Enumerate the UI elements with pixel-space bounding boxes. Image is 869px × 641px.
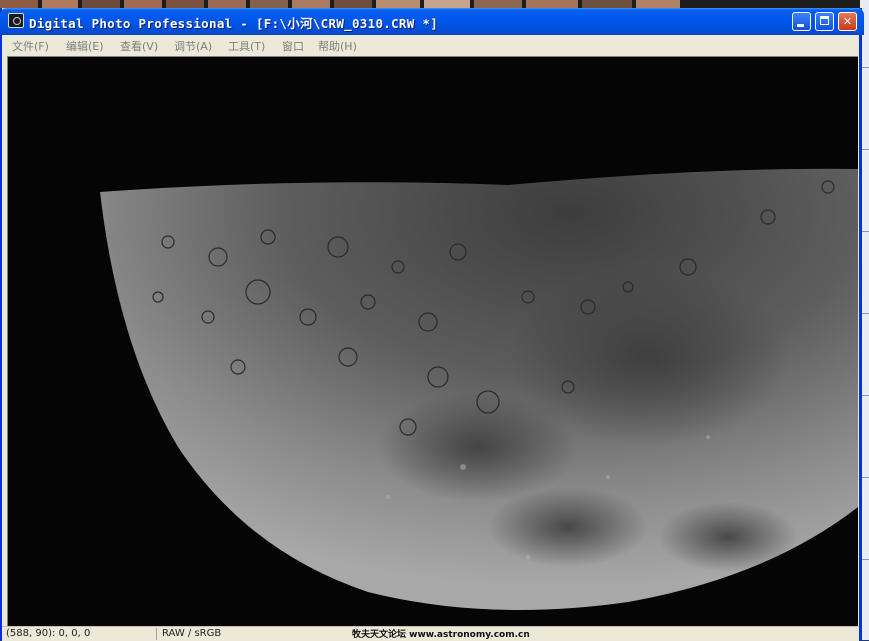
desktop-edge-mark xyxy=(862,313,869,314)
menu-view[interactable]: 查看(V) xyxy=(120,38,158,54)
desktop-thumbnail xyxy=(526,0,578,8)
desktop-thumbnail xyxy=(0,0,38,8)
desktop-edge-mark xyxy=(862,231,869,232)
title-bar[interactable]: Digital Photo Professional - [F:\小河\CRW_… xyxy=(0,8,864,35)
image-preview-area[interactable] xyxy=(7,56,858,627)
maximize-icon xyxy=(820,16,829,25)
status-separator xyxy=(156,628,157,640)
desktop-thumbnail xyxy=(250,0,288,8)
minimize-icon xyxy=(797,24,804,27)
moon-photo xyxy=(8,57,858,627)
desktop-thumbnail xyxy=(124,0,162,8)
dpp-main-window: Digital Photo Professional - [F:\小河\CRW_… xyxy=(0,8,864,641)
desktop-edge-mark xyxy=(862,149,869,150)
desktop-edge-mark xyxy=(862,477,869,478)
menu-window[interactable]: 窗口 xyxy=(282,38,304,54)
menu-adjust[interactable]: 调节(A) xyxy=(174,38,212,54)
color-mode-readout: RAW / sRGB xyxy=(162,628,222,639)
desktop-thumbnail-strip xyxy=(0,0,869,8)
desktop-thumbnail xyxy=(208,0,246,8)
desktop-thumbnail xyxy=(474,0,522,8)
menu-help[interactable]: 帮助(H) xyxy=(318,38,357,54)
desktop-thumbnail xyxy=(292,0,330,8)
desktop-thumbnail xyxy=(582,0,632,8)
menu-edit[interactable]: 编辑(E) xyxy=(66,38,104,54)
desktop-thumbnail xyxy=(636,0,680,8)
status-bar: (588, 90): 0, 0, 0 RAW / sRGB 牧夫天文论坛 www… xyxy=(2,626,859,641)
desktop-thumbnail xyxy=(42,0,78,8)
desktop-thumbnail xyxy=(166,0,204,8)
desktop-edge-mark xyxy=(862,67,869,68)
menu-file[interactable]: 文件(F) xyxy=(12,38,49,54)
close-button[interactable]: ✕ xyxy=(838,12,857,31)
window-title: Digital Photo Professional - [F:\小河\CRW_… xyxy=(29,16,439,31)
desktop-edge-mark xyxy=(862,395,869,396)
close-icon: ✕ xyxy=(842,15,853,28)
menu-bar: 文件(F) 编辑(E) 查看(V) 调节(A) 工具(T) 窗口 帮助(H) xyxy=(2,35,859,55)
desktop-edge-mark xyxy=(862,559,869,560)
minimize-button[interactable] xyxy=(792,12,811,31)
maximize-button[interactable] xyxy=(815,12,834,31)
desktop-thumbnail xyxy=(376,0,420,8)
cursor-readout: (588, 90): 0, 0, 0 xyxy=(6,628,91,639)
camera-app-icon[interactable] xyxy=(8,13,24,28)
menu-tools[interactable]: 工具(T) xyxy=(228,38,265,54)
desktop-thumbnail xyxy=(334,0,372,8)
desktop-thumbnail xyxy=(82,0,120,8)
watermark-text: 牧夫天文论坛 www.astronomy.com.cn xyxy=(352,630,530,640)
desktop-thumbnail xyxy=(424,0,470,8)
